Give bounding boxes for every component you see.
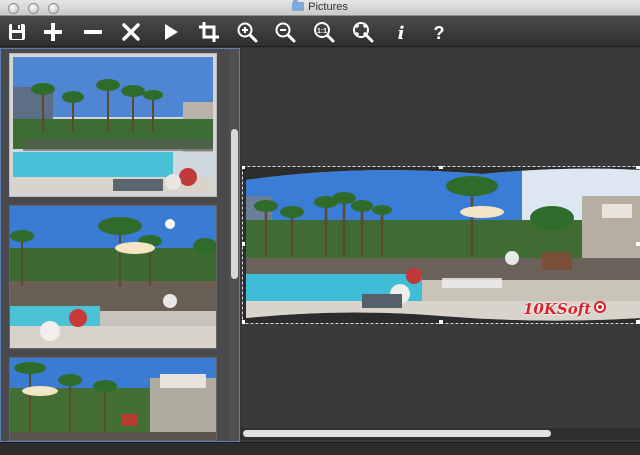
actual-size-button[interactable]: 1:1 (313, 21, 335, 43)
status-bar (0, 442, 640, 455)
crop-icon (199, 22, 219, 42)
pool-party-photo-1[interactable] (9, 53, 217, 197)
remove-button[interactable] (82, 21, 104, 43)
watermark-text: 10KSoft (523, 300, 592, 318)
pool-party-photo-3[interactable] (9, 357, 217, 441)
folder-icon (292, 0, 305, 11)
title-bar: Pictures (0, 0, 640, 16)
preview-scrollbar-thumb[interactable] (243, 430, 551, 437)
zoom-in-icon (237, 22, 258, 43)
info-icon: i (398, 23, 405, 43)
play-icon (165, 24, 178, 40)
play-button[interactable] (160, 21, 182, 43)
info-label: i (398, 23, 405, 43)
toolbar: 1:1 i ? (0, 16, 640, 47)
registered-mark-icon (594, 301, 607, 313)
actual-size-label: 1:1 (317, 28, 327, 35)
info-button[interactable]: i (390, 21, 412, 43)
window-title: Pictures (308, 1, 348, 13)
add-button[interactable] (42, 21, 64, 43)
pool-party-photo-3-image (10, 358, 216, 440)
pool-party-photo-2-image (10, 206, 216, 348)
zoom-out-icon (275, 22, 296, 43)
app-window: Pictures 1:1 i ? 10KSoft (0, 0, 640, 455)
save-button[interactable] (6, 21, 28, 43)
zoom-in-button[interactable] (236, 21, 258, 43)
help-label: ? (434, 23, 445, 43)
pool-party-photo-2[interactable] (9, 205, 217, 349)
delete-button[interactable] (120, 21, 142, 43)
zoom-out-button[interactable] (274, 21, 296, 43)
zoom-fit-icon (353, 22, 374, 43)
preview-area: 10KSoft (241, 48, 640, 442)
help-icon: ? (434, 23, 445, 43)
crop-button[interactable] (198, 21, 220, 43)
zoom-actual-size-icon: 1:1 (314, 22, 335, 43)
plus-icon (44, 23, 62, 41)
help-button[interactable]: ? (428, 21, 450, 43)
window-title-group: Pictures (0, 0, 640, 13)
x-icon (122, 23, 140, 41)
zoom-fit-button[interactable] (352, 21, 374, 43)
minus-icon (84, 30, 102, 34)
watermark: 10KSoft (523, 300, 607, 318)
sidebar-scrollbar-thumb[interactable] (231, 129, 238, 279)
thumbnail-sidebar (0, 48, 240, 442)
floppy-disk-icon (9, 24, 25, 40)
pool-party-photo-1-image (13, 57, 213, 193)
